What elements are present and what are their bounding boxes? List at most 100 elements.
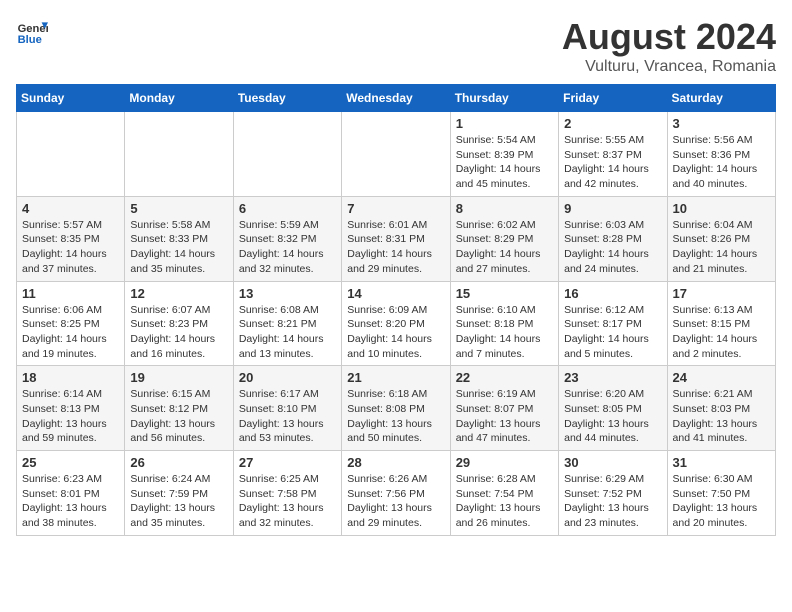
cell-info: Sunrise: 5:57 AMSunset: 8:35 PMDaylight:… bbox=[22, 218, 119, 277]
cell-day-number: 8 bbox=[456, 201, 553, 216]
title-area: August 2024 Vulturu, Vrancea, Romania bbox=[562, 16, 776, 76]
cell-info: Sunrise: 6:25 AMSunset: 7:58 PMDaylight:… bbox=[239, 472, 336, 531]
svg-text:Blue: Blue bbox=[18, 34, 42, 46]
cell-day-number: 16 bbox=[564, 286, 661, 301]
calendar-cell: 9Sunrise: 6:03 AMSunset: 8:28 PMDaylight… bbox=[559, 196, 667, 281]
calendar-cell: 7 Sunrise: 6:01 AMSunset: 8:31 PMDaylight… bbox=[342, 196, 450, 281]
calendar-cell: 20 Sunrise: 6:17 AMSunset: 8:10 PMDayligh… bbox=[233, 366, 341, 451]
subtitle: Vulturu, Vrancea, Romania bbox=[562, 58, 776, 76]
cell-info: Sunrise: 6:18 AMSunset: 8:08 PMDaylight:… bbox=[347, 387, 444, 446]
day-header-tuesday: Tuesday bbox=[233, 85, 341, 112]
cell-info: Sunrise: 6:03 AMSunset: 8:28 PMDaylight:… bbox=[564, 218, 661, 277]
calendar-cell: 11 Sunrise: 6:06 AMSunset: 8:25 PMDayligh… bbox=[17, 281, 125, 366]
calendar-cell: 16Sunrise: 6:12 AMSunset: 8:17 PMDayligh… bbox=[559, 281, 667, 366]
cell-day-number: 25 bbox=[22, 455, 119, 470]
calendar-cell: 19 Sunrise: 6:15 AMSunset: 8:12 PMDayligh… bbox=[125, 366, 233, 451]
cell-info: Sunrise: 6:19 AMSunset: 8:07 PMDaylight:… bbox=[456, 387, 553, 446]
calendar-table: SundayMondayTuesdayWednesdayThursdayFrid… bbox=[16, 84, 776, 536]
cell-day-number: 22 bbox=[456, 370, 553, 385]
cell-day-number: 7 bbox=[347, 201, 444, 216]
cell-day-number: 19 bbox=[130, 370, 227, 385]
cell-info: Sunrise: 6:24 AMSunset: 7:59 PMDaylight:… bbox=[130, 472, 227, 531]
cell-day-number: 24 bbox=[673, 370, 770, 385]
cell-day-number: 18 bbox=[22, 370, 119, 385]
calendar-cell: 14Sunrise: 6:09 AMSunset: 8:20 PMDayligh… bbox=[342, 281, 450, 366]
calendar-cell: 4 Sunrise: 5:57 AMSunset: 8:35 PMDaylight… bbox=[17, 196, 125, 281]
cell-info: Sunrise: 6:14 AMSunset: 8:13 PMDaylight:… bbox=[22, 387, 119, 446]
cell-info: Sunrise: 6:28 AMSunset: 7:54 PMDaylight:… bbox=[456, 472, 553, 531]
cell-day-number: 15 bbox=[456, 286, 553, 301]
cell-info: Sunrise: 6:01 AMSunset: 8:31 PMDaylight:… bbox=[347, 218, 444, 277]
cell-day-number: 17 bbox=[673, 286, 770, 301]
cell-info: Sunrise: 6:10 AMSunset: 8:18 PMDaylight:… bbox=[456, 303, 553, 362]
calendar-cell: 10 Sunrise: 6:04 AMSunset: 8:26 PMDayligh… bbox=[667, 196, 775, 281]
cell-day-number: 27 bbox=[239, 455, 336, 470]
cell-info: Sunrise: 6:07 AMSunset: 8:23 PMDaylight:… bbox=[130, 303, 227, 362]
cell-day-number: 2 bbox=[564, 116, 661, 131]
cell-info: Sunrise: 6:29 AMSunset: 7:52 PMDaylight:… bbox=[564, 472, 661, 531]
calendar-cell: 30Sunrise: 6:29 AMSunset: 7:52 PMDayligh… bbox=[559, 451, 667, 536]
cell-day-number: 5 bbox=[130, 201, 227, 216]
cell-info: Sunrise: 6:23 AMSunset: 8:01 PMDaylight:… bbox=[22, 472, 119, 531]
calendar-cell bbox=[342, 112, 450, 197]
cell-day-number: 28 bbox=[347, 455, 444, 470]
week-row-4: 18 Sunrise: 6:14 AMSunset: 8:13 PMDayligh… bbox=[17, 366, 776, 451]
calendar-cell: 28Sunrise: 6:26 AMSunset: 7:56 PMDayligh… bbox=[342, 451, 450, 536]
month-title: August 2024 bbox=[562, 16, 776, 58]
cell-day-number: 4 bbox=[22, 201, 119, 216]
calendar-cell: 27 Sunrise: 6:25 AMSunset: 7:58 PMDayligh… bbox=[233, 451, 341, 536]
cell-info: Sunrise: 6:15 AMSunset: 8:12 PMDaylight:… bbox=[130, 387, 227, 446]
calendar-cell: 26Sunrise: 6:24 AMSunset: 7:59 PMDayligh… bbox=[125, 451, 233, 536]
cell-day-number: 23 bbox=[564, 370, 661, 385]
cell-day-number: 21 bbox=[347, 370, 444, 385]
cell-day-number: 10 bbox=[673, 201, 770, 216]
week-row-2: 4 Sunrise: 5:57 AMSunset: 8:35 PMDaylight… bbox=[17, 196, 776, 281]
calendar-cell: 25 Sunrise: 6:23 AMSunset: 8:01 PMDayligh… bbox=[17, 451, 125, 536]
cell-info: Sunrise: 6:30 AMSunset: 7:50 PMDaylight:… bbox=[673, 472, 770, 531]
cell-day-number: 11 bbox=[22, 286, 119, 301]
cell-info: Sunrise: 6:20 AMSunset: 8:05 PMDaylight:… bbox=[564, 387, 661, 446]
calendar-cell: 31 Sunrise: 6:30 AMSunset: 7:50 PMDayligh… bbox=[667, 451, 775, 536]
cell-day-number: 12 bbox=[130, 286, 227, 301]
calendar-cell bbox=[125, 112, 233, 197]
calendar-cell: 15 Sunrise: 6:10 AMSunset: 8:18 PMDayligh… bbox=[450, 281, 558, 366]
cell-day-number: 6 bbox=[239, 201, 336, 216]
cell-day-number: 20 bbox=[239, 370, 336, 385]
logo-icon: General Blue bbox=[16, 16, 48, 48]
calendar-cell: 21 Sunrise: 6:18 AMSunset: 8:08 PMDayligh… bbox=[342, 366, 450, 451]
calendar-body: 1Sunrise: 5:54 AMSunset: 8:39 PMDaylight… bbox=[17, 112, 776, 536]
header: General Blue August 2024 Vulturu, Vrance… bbox=[16, 16, 776, 76]
calendar-cell: 23 Sunrise: 6:20 AMSunset: 8:05 PMDayligh… bbox=[559, 366, 667, 451]
calendar-cell bbox=[233, 112, 341, 197]
calendar-cell: 13Sunrise: 6:08 AMSunset: 8:21 PMDayligh… bbox=[233, 281, 341, 366]
calendar-cell: 1Sunrise: 5:54 AMSunset: 8:39 PMDaylight… bbox=[450, 112, 558, 197]
week-row-5: 25 Sunrise: 6:23 AMSunset: 8:01 PMDayligh… bbox=[17, 451, 776, 536]
cell-info: Sunrise: 6:06 AMSunset: 8:25 PMDaylight:… bbox=[22, 303, 119, 362]
cell-info: Sunrise: 6:21 AMSunset: 8:03 PMDaylight:… bbox=[673, 387, 770, 446]
day-header-saturday: Saturday bbox=[667, 85, 775, 112]
cell-info: Sunrise: 6:04 AMSunset: 8:26 PMDaylight:… bbox=[673, 218, 770, 277]
calendar-cell: 2 Sunrise: 5:55 AMSunset: 8:37 PMDaylight… bbox=[559, 112, 667, 197]
logo: General Blue bbox=[16, 16, 48, 48]
cell-day-number: 13 bbox=[239, 286, 336, 301]
calendar-cell: 18 Sunrise: 6:14 AMSunset: 8:13 PMDayligh… bbox=[17, 366, 125, 451]
cell-day-number: 14 bbox=[347, 286, 444, 301]
day-header-thursday: Thursday bbox=[450, 85, 558, 112]
calendar-cell: 5Sunrise: 5:58 AMSunset: 8:33 PMDaylight… bbox=[125, 196, 233, 281]
calendar-cell: 6Sunrise: 5:59 AMSunset: 8:32 PMDaylight… bbox=[233, 196, 341, 281]
cell-day-number: 29 bbox=[456, 455, 553, 470]
cell-day-number: 1 bbox=[456, 116, 553, 131]
calendar-cell: 22 Sunrise: 6:19 AMSunset: 8:07 PMDayligh… bbox=[450, 366, 558, 451]
cell-info: Sunrise: 6:02 AMSunset: 8:29 PMDaylight:… bbox=[456, 218, 553, 277]
calendar-cell: 8 Sunrise: 6:02 AMSunset: 8:29 PMDaylight… bbox=[450, 196, 558, 281]
cell-info: Sunrise: 5:55 AMSunset: 8:37 PMDaylight:… bbox=[564, 133, 661, 192]
calendar-cell: 12 Sunrise: 6:07 AMSunset: 8:23 PMDayligh… bbox=[125, 281, 233, 366]
day-header-sunday: Sunday bbox=[17, 85, 125, 112]
cell-info: Sunrise: 6:17 AMSunset: 8:10 PMDaylight:… bbox=[239, 387, 336, 446]
week-row-1: 1Sunrise: 5:54 AMSunset: 8:39 PMDaylight… bbox=[17, 112, 776, 197]
cell-day-number: 31 bbox=[673, 455, 770, 470]
day-header-wednesday: Wednesday bbox=[342, 85, 450, 112]
day-header-friday: Friday bbox=[559, 85, 667, 112]
calendar-header-row: SundayMondayTuesdayWednesdayThursdayFrid… bbox=[17, 85, 776, 112]
calendar-cell bbox=[17, 112, 125, 197]
